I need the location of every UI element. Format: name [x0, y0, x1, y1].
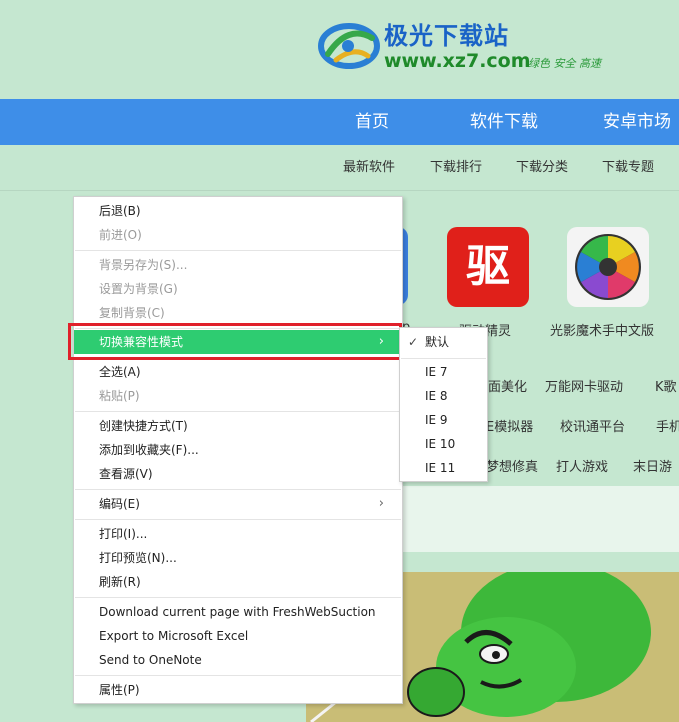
- app-label-nikon-photo[interactable]: 光影魔术手中文版: [550, 320, 654, 339]
- subnav-item-ranking[interactable]: 下载排行: [430, 145, 482, 191]
- menu-item-label: 创建快捷方式(T): [99, 419, 188, 433]
- compat-submenu: ✓ 默认 IE 7 IE 8 IE 9 IE 10 IE 11: [399, 327, 488, 482]
- nav-item-software[interactable]: 软件下载: [470, 99, 538, 145]
- tag-link[interactable]: 手机: [656, 416, 679, 435]
- tag-link[interactable]: 梦想修真: [486, 456, 538, 475]
- nav-item-home[interactable]: 首页: [355, 99, 389, 145]
- checkmark-icon: ✓: [408, 335, 419, 349]
- tag-link[interactable]: 校讯通平台: [560, 416, 625, 435]
- menu-item-create-shortcut[interactable]: 创建快捷方式(T): [74, 414, 402, 438]
- menu-item-label: 查看源(V): [99, 467, 153, 481]
- menu-item-copy-background[interactable]: 复制背景(C): [74, 301, 402, 325]
- tag-link[interactable]: 万能网卡驱动: [545, 376, 623, 395]
- site-logo[interactable]: 极光下载站 www.xz7.com 绿色 安全 高速: [318, 14, 648, 84]
- menu-item-encoding[interactable]: 编码(E) ›: [74, 492, 402, 516]
- submenu-arrow-icon: ›: [378, 496, 384, 511]
- menu-item-properties[interactable]: 属性(P): [74, 678, 402, 702]
- menu-item-select-all[interactable]: 全选(A): [74, 360, 402, 384]
- tag-link[interactable]: 末日游: [633, 456, 672, 475]
- menu-item-compat-mode[interactable]: 切换兼容性模式 ›: [74, 330, 402, 354]
- context-menu: 后退(B) 前进(O) 背景另存为(S)... 设置为背景(G) 复制背景(C)…: [73, 196, 403, 704]
- menu-item-label: 添加到收藏夹(F)...: [99, 443, 199, 457]
- subnav-item-category[interactable]: 下载分类: [516, 145, 568, 191]
- tag-link[interactable]: 打人游戏: [556, 456, 608, 475]
- menu-separator: [75, 250, 401, 251]
- menu-item-back[interactable]: 后退(B): [74, 199, 402, 223]
- sub-nav: 最新软件 下载排行 下载分类 下载专题: [0, 145, 679, 191]
- subnav-item-latest[interactable]: 最新软件: [343, 145, 395, 191]
- menu-separator: [75, 597, 401, 598]
- aperture-icon: [575, 234, 641, 300]
- submenu-item-ie11[interactable]: IE 11: [400, 456, 487, 480]
- content-band: [400, 486, 679, 552]
- nav-item-android[interactable]: 安卓市场: [603, 99, 671, 145]
- submenu-item-label: IE 11: [425, 461, 456, 475]
- menu-item-label: 刷新(R): [99, 575, 141, 589]
- driver-genius-glyph: 驱: [466, 241, 510, 292]
- submenu-item-label: IE 7: [425, 365, 448, 379]
- tag-link[interactable]: E模拟器: [486, 416, 533, 435]
- menu-item-label: 后退(B): [99, 204, 141, 218]
- submenu-item-default[interactable]: ✓ 默认: [400, 330, 487, 354]
- menu-item-send-onenote[interactable]: Send to OneNote: [74, 648, 402, 672]
- menu-item-label: 打印预览(N)...: [99, 551, 177, 565]
- menu-item-label: Export to Microsoft Excel: [99, 629, 249, 643]
- menu-item-label: 属性(P): [99, 683, 140, 697]
- menu-item-export-excel[interactable]: Export to Microsoft Excel: [74, 624, 402, 648]
- menu-item-paste[interactable]: 粘贴(P): [74, 384, 402, 408]
- menu-item-print[interactable]: 打印(I)...: [74, 522, 402, 546]
- submenu-item-label: IE 8: [425, 389, 448, 403]
- menu-separator: [75, 357, 401, 358]
- menu-item-print-preview[interactable]: 打印预览(N)...: [74, 546, 402, 570]
- tag-link[interactable]: K歌: [655, 376, 677, 395]
- menu-item-add-favorites[interactable]: 添加到收藏夹(F)...: [74, 438, 402, 462]
- app-icon-nikon-photo[interactable]: [567, 227, 649, 307]
- submenu-item-label: IE 9: [425, 413, 448, 427]
- menu-item-label: 打印(I)...: [99, 527, 148, 541]
- logo-name: 极光下载站: [384, 22, 509, 50]
- menu-item-label: 全选(A): [99, 365, 141, 379]
- logo-slogan: 绿色 安全 高速: [528, 57, 601, 70]
- subnav-item-topic[interactable]: 下载专题: [602, 145, 654, 191]
- main-nav: 首页 软件下载 安卓市场: [0, 99, 679, 145]
- menu-item-label: 背景另存为(S)...: [99, 258, 188, 272]
- menu-item-label: Download current page with FreshWebSucti…: [99, 605, 376, 619]
- logo-swirl-icon: [318, 23, 380, 69]
- menu-separator: [75, 411, 401, 412]
- app-icon-driver-genius[interactable]: 驱: [447, 227, 529, 307]
- menu-item-label: 前进(O): [99, 228, 142, 242]
- submenu-item-label: IE 10: [425, 437, 456, 451]
- menu-item-label: 切换兼容性模式: [99, 335, 184, 349]
- menu-item-label: 粘贴(P): [99, 389, 140, 403]
- submenu-item-ie9[interactable]: IE 9: [400, 408, 487, 432]
- menu-item-freshwebsuction[interactable]: Download current page with FreshWebSucti…: [74, 600, 402, 624]
- submenu-item-label: 默认: [425, 335, 450, 349]
- menu-item-save-background[interactable]: 背景另存为(S)...: [74, 253, 402, 277]
- menu-item-view-source[interactable]: 查看源(V): [74, 462, 402, 486]
- menu-item-label: Send to OneNote: [99, 653, 202, 667]
- menu-item-label: 复制背景(C): [99, 306, 165, 320]
- submenu-arrow-icon: ›: [378, 334, 384, 349]
- submenu-item-ie7[interactable]: IE 7: [400, 360, 487, 384]
- submenu-item-ie10[interactable]: IE 10: [400, 432, 487, 456]
- menu-separator: [75, 519, 401, 520]
- tag-link[interactable]: 面美化: [488, 376, 527, 395]
- menu-separator: [75, 489, 401, 490]
- menu-item-refresh[interactable]: 刷新(R): [74, 570, 402, 594]
- menu-item-set-background[interactable]: 设置为背景(G): [74, 277, 402, 301]
- menu-separator: [75, 328, 401, 329]
- menu-separator: [401, 358, 486, 359]
- menu-item-forward[interactable]: 前进(O): [74, 223, 402, 247]
- submenu-item-ie8[interactable]: IE 8: [400, 384, 487, 408]
- menu-item-label: 编码(E): [99, 497, 140, 511]
- menu-item-label: 设置为背景(G): [99, 282, 178, 296]
- menu-separator: [75, 675, 401, 676]
- logo-url: www.xz7.com: [384, 50, 531, 72]
